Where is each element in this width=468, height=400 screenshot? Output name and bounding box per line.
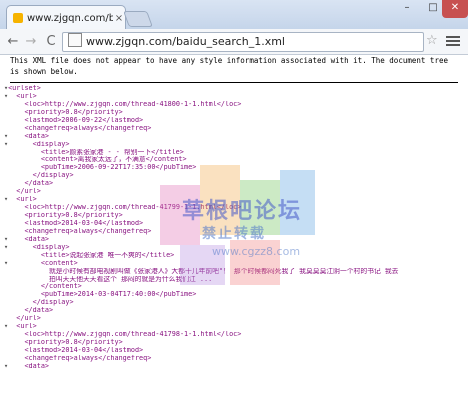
xml-line: <priority>0.8</priority> — [4, 339, 464, 347]
xml-line: 拍叫天天他天天看这个 那闷的就是为什么我们江 ... — [4, 276, 464, 284]
xml-line-text: <loc>http://www.zjgqn.com/thread-41800-1… — [8, 100, 242, 108]
xml-line-text: 就是小时候有部电视剧叫做《张家港人》大都十几年前吧"！ 那个时候都闷死我了 我莫… — [8, 267, 399, 275]
menu-icon[interactable] — [446, 34, 460, 48]
xml-line: ▾ <data> — [4, 133, 464, 141]
xml-line-text: </url> — [8, 315, 41, 323]
xml-line-text: <urlset> — [8, 85, 41, 92]
xml-line: </data> — [4, 180, 464, 188]
xml-line-text: <lastmod>2014-03-04</lastmod> — [8, 346, 144, 354]
xml-line: ▾ <url> — [4, 93, 464, 101]
xml-line-text: <content>离我家太远了，不满意</content> — [8, 156, 187, 164]
xml-line: <content>离我家太远了，不满意</content> — [4, 156, 464, 164]
xml-line-text: <pubTime>2006-09-22T17:35:00</pubTime> — [8, 164, 197, 172]
divider — [10, 82, 458, 83]
xml-line-text: <loc>http://www.zjgqn.com/thread-41798-1… — [8, 331, 242, 339]
xml-line-text: <changefreq>always</changefreq> — [8, 354, 152, 362]
page-content: This XML file does not appear to have an… — [0, 55, 468, 400]
xml-line-text: <priority>0.8</priority> — [8, 108, 123, 116]
xml-line-text: </data> — [8, 180, 54, 188]
xml-line: <loc>http://www.zjgqn.com/thread-41798-1… — [4, 331, 464, 339]
xml-line: ▾ <display> — [4, 141, 464, 149]
xml-style-notice: This XML file does not appear to have an… — [10, 56, 448, 76]
xml-line-text: 拍叫天天他天天看这个 那闷的就是为什么我们江 ... — [8, 275, 213, 283]
xml-line: <changefreq>always</changefreq> — [4, 355, 464, 363]
xml-line-text: <url> — [8, 323, 37, 331]
xml-line: </url> — [4, 188, 464, 196]
page-icon — [68, 33, 82, 47]
xml-line: <lastmod>2014-03-04</lastmod> — [4, 220, 464, 228]
xml-line-text: <data> — [8, 235, 50, 243]
xml-line-text: <lastmod>2006-09-22</lastmod> — [8, 116, 144, 124]
xml-line-text: <title>说起张家港 唯一不爽的</title> — [8, 251, 175, 259]
new-tab-button[interactable] — [123, 11, 153, 27]
favicon-icon — [13, 13, 23, 23]
xml-line-text: </display> — [8, 299, 74, 307]
xml-line-text: <priority>0.8</priority> — [8, 339, 123, 346]
xml-line: ▾ <url> — [4, 196, 464, 204]
xml-line: <changefreq>always</changefreq> — [4, 228, 464, 236]
xml-line-text: <data> — [8, 362, 50, 370]
minimize-button[interactable]: – — [394, 0, 420, 18]
xml-line: <title>颜素张家港 - - 帮别一下</title> — [4, 149, 464, 157]
xml-line: ▾<urlset> — [4, 85, 464, 93]
tab-strip: www.zjgqn.com/baidu_s × – □ ✕ — [0, 0, 468, 30]
xml-line: <changefreq>always</changefreq> — [4, 125, 464, 133]
xml-line-text: </content> — [8, 283, 82, 291]
xml-line: ▾ <data> — [4, 363, 464, 371]
browser-toolbar: ← → C www.zjgqn.com/baidu_search_1.xml ☆ — [0, 29, 468, 55]
xml-line: <pubTime>2014-03-04T17:40:00</pubTime> — [4, 291, 464, 299]
xml-line-text: <display> — [8, 140, 70, 148]
xml-line: <title>说起张家港 唯一不爽的</title> — [4, 252, 464, 260]
xml-line-text: <lastmod>2014-03-04</lastmod> — [8, 219, 144, 227]
xml-line: ▾ <display> — [4, 244, 464, 252]
tab-title: www.zjgqn.com/baidu_s — [27, 12, 113, 24]
xml-line: ▾ <data> — [4, 236, 464, 244]
xml-line: ▾ <url> — [4, 323, 464, 331]
xml-line-text: <display> — [8, 243, 70, 251]
close-window-button[interactable]: ✕ — [442, 0, 468, 18]
url-text: www.zjgqn.com/baidu_search_1.xml — [86, 35, 285, 48]
forward-button[interactable]: → — [22, 33, 40, 51]
xml-line-text: </url> — [8, 188, 41, 196]
xml-line: <loc>http://www.zjgqn.com/thread-41799-1… — [4, 204, 464, 212]
xml-line: 就是小时候有部电视剧叫做《张家港人》大都十几年前吧"！ 那个时候都闷死我了 我莫… — [4, 268, 464, 276]
xml-line: <lastmod>2014-03-04</lastmod> — [4, 347, 464, 355]
xml-line-text: <changefreq>always</changefreq> — [8, 227, 152, 235]
xml-line-text: <url> — [8, 92, 37, 100]
xml-line: <loc>http://www.zjgqn.com/thread-41800-1… — [4, 101, 464, 109]
xml-line-text: <changefreq>always</changefreq> — [8, 124, 152, 132]
xml-line-text: <loc>http://www.zjgqn.com/thread-41799-1… — [8, 204, 242, 212]
xml-line-text: <data> — [8, 132, 50, 140]
xml-line: <priority>0.8</priority> — [4, 212, 464, 220]
xml-line-text: <pubTime>2014-03-04T17:40:00</pubTime> — [8, 291, 197, 299]
xml-line: <lastmod>2006-09-22</lastmod> — [4, 117, 464, 125]
back-button[interactable]: ← — [4, 33, 22, 51]
xml-line-text: </data> — [8, 307, 54, 315]
xml-line: </display> — [4, 172, 464, 180]
address-bar[interactable]: www.zjgqn.com/baidu_search_1.xml — [62, 32, 424, 52]
xml-line-text: <url> — [8, 196, 37, 204]
reload-button[interactable]: C — [42, 33, 60, 51]
xml-line: </data> — [4, 307, 464, 315]
xml-line-text: <priority>0.8</priority> — [8, 212, 123, 219]
browser-tab[interactable]: www.zjgqn.com/baidu_s × — [6, 5, 126, 30]
xml-line-text: <title>颜素张家港 - - 帮别一下</title> — [8, 148, 184, 156]
xml-line: </display> — [4, 299, 464, 307]
xml-line: <pubTime>2006-09-22T17:35:00</pubTime> — [4, 164, 464, 172]
tab-close-icon[interactable]: × — [113, 13, 125, 24]
xml-tree: ▾<urlset> ▾ <url> <loc>http://www.zjgqn.c… — [4, 85, 464, 371]
xml-line: <priority>0.8</priority> — [4, 109, 464, 117]
xml-line: ▾ <content> — [4, 260, 464, 268]
xml-line: </content> — [4, 283, 464, 291]
xml-line-text: <content> — [8, 259, 78, 267]
xml-line: </url> — [4, 315, 464, 323]
bookmark-star-icon[interactable]: ☆ — [426, 33, 438, 48]
xml-line-text: </display> — [8, 172, 74, 180]
